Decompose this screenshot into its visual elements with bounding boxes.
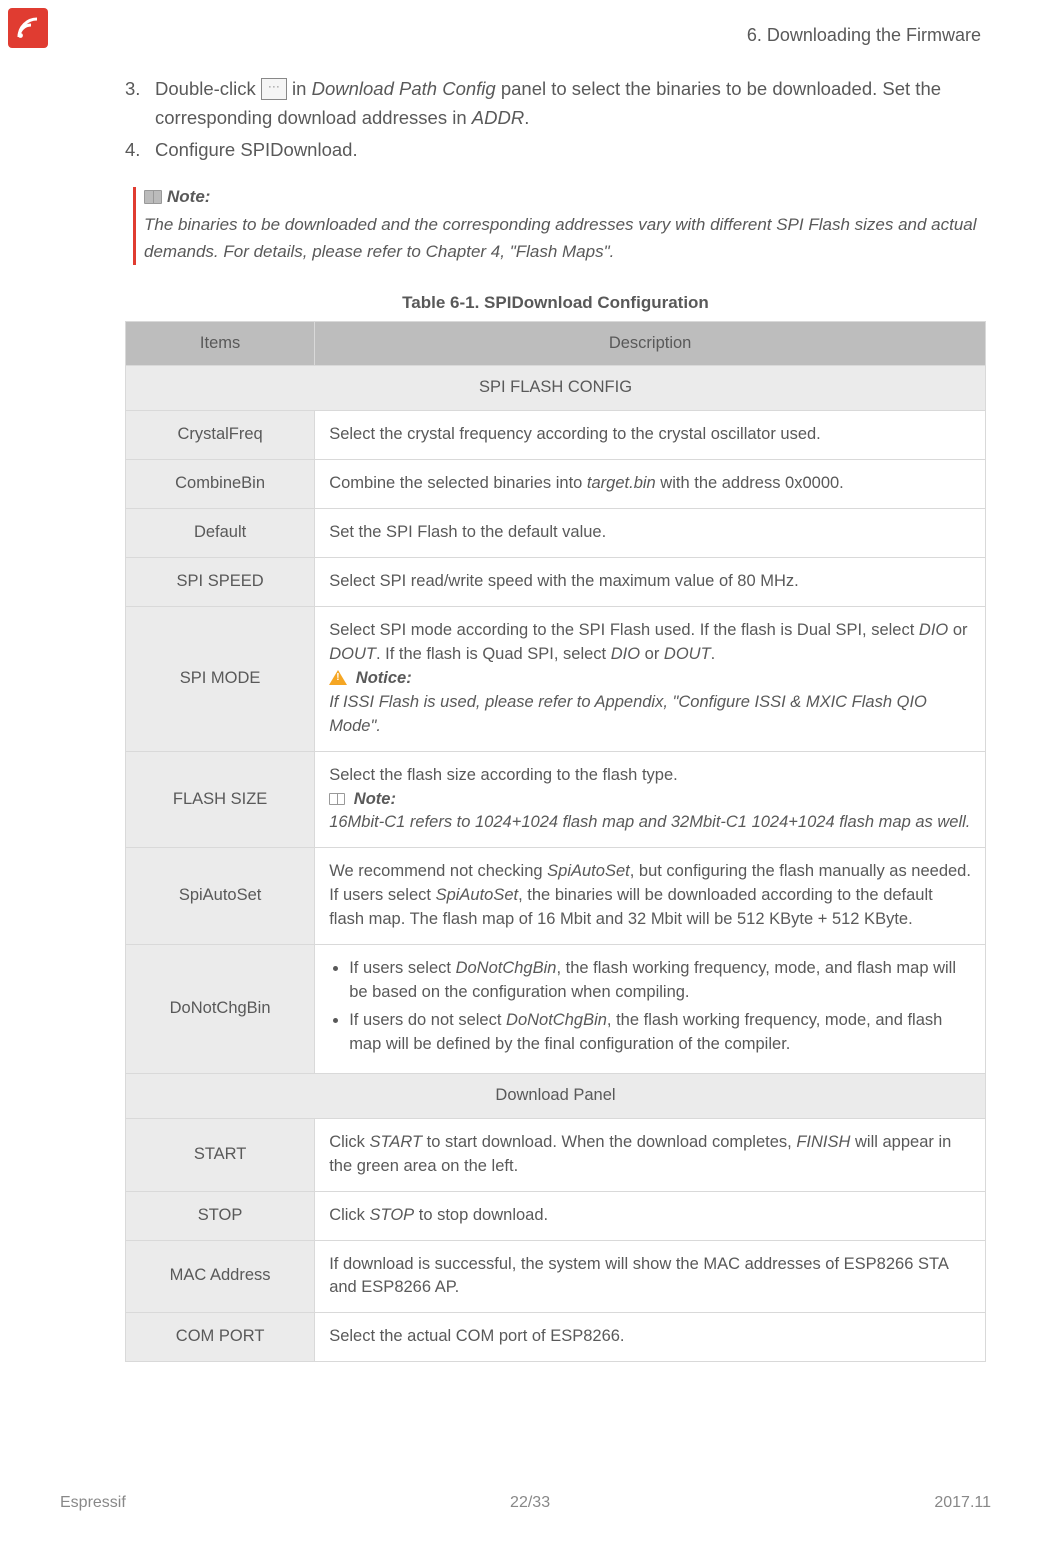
table-caption: Table 6-1. SPIDownload Configuration: [125, 293, 986, 313]
table-row: Default Set the SPI Flash to the default…: [126, 509, 986, 558]
item-stop: STOP: [126, 1191, 315, 1240]
config-table: Items Description SPI FLASH CONFIG Cryst…: [125, 321, 986, 1362]
item-comport: COM PORT: [126, 1313, 315, 1362]
table-header-row: Items Description: [126, 322, 986, 366]
step-3: Double-click ··· in Download Path Config…: [125, 75, 986, 132]
desc-start: Click START to start download. When the …: [315, 1118, 986, 1191]
table-row: COM PORT Select the actual COM port of E…: [126, 1313, 986, 1362]
section-spi-flash: SPI FLASH CONFIG: [126, 366, 986, 411]
table-row: STOP Click STOP to stop download.: [126, 1191, 986, 1240]
section-download-panel: Download Panel: [126, 1073, 986, 1118]
page-footer: Espressif 22/33 2017.11: [60, 1494, 991, 1512]
item-start: START: [126, 1118, 315, 1191]
brand-logo: [8, 8, 48, 48]
note-label: Note:: [144, 187, 986, 207]
desc-spiautoset: We recommend not checking SpiAutoSet, bu…: [315, 848, 986, 945]
table-row: START Click START to start download. Whe…: [126, 1118, 986, 1191]
item-combinebin: CombineBin: [126, 460, 315, 509]
desc-spispeed: Select SPI read/write speed with the max…: [315, 558, 986, 607]
note-icon: [329, 793, 345, 805]
desc-comport: Select the actual COM port of ESP8266.: [315, 1313, 986, 1362]
espressif-icon: [13, 13, 43, 43]
desc-default: Set the SPI Flash to the default value.: [315, 509, 986, 558]
step-list: Double-click ··· in Download Path Config…: [125, 75, 986, 165]
th-items: Items: [126, 322, 315, 366]
item-spispeed: SPI SPEED: [126, 558, 315, 607]
item-donotchgbin: DoNotChgBin: [126, 945, 315, 1074]
table-row: SPI SPEED Select SPI read/write speed wi…: [126, 558, 986, 607]
desc-donotchgbin: If users select DoNotChgBin, the flash w…: [315, 945, 986, 1074]
warning-icon: [329, 670, 347, 685]
table-row: FLASH SIZE Select the flash size accordi…: [126, 751, 986, 848]
chapter-title: 6. Downloading the Firmware: [747, 25, 981, 46]
footer-page: 22/33: [510, 1494, 550, 1512]
browse-icon: ···: [261, 78, 287, 100]
desc-spimode: Select SPI mode according to the SPI Fla…: [315, 607, 986, 752]
item-spiautoset: SpiAutoSet: [126, 848, 315, 945]
desc-stop: Click STOP to stop download.: [315, 1191, 986, 1240]
table-row: SPI MODE Select SPI mode according to th…: [126, 607, 986, 752]
desc-combinebin: Combine the selected binaries into targe…: [315, 460, 986, 509]
table-row: DoNotChgBin If users select DoNotChgBin,…: [126, 945, 986, 1074]
table-row: SpiAutoSet We recommend not checking Spi…: [126, 848, 986, 945]
desc-crystalfreq: Select the crystal frequency according t…: [315, 411, 986, 460]
table-row: CrystalFreq Select the crystal frequency…: [126, 411, 986, 460]
item-flashsize: FLASH SIZE: [126, 751, 315, 848]
table-row: CombineBin Combine the selected binaries…: [126, 460, 986, 509]
item-crystalfreq: CrystalFreq: [126, 411, 315, 460]
item-default: Default: [126, 509, 315, 558]
footer-date: 2017.11: [934, 1494, 991, 1512]
desc-macaddress: If download is successful, the system wi…: [315, 1240, 986, 1313]
th-description: Description: [315, 322, 986, 366]
item-macaddress: MAC Address: [126, 1240, 315, 1313]
note-text: The binaries to be downloaded and the co…: [144, 211, 986, 265]
footer-brand: Espressif: [60, 1494, 126, 1512]
step-4: Configure SPIDownload.: [125, 136, 986, 165]
note-callout: Note: The binaries to be downloaded and …: [133, 187, 986, 265]
item-spimode: SPI MODE: [126, 607, 315, 752]
table-row: MAC Address If download is successful, t…: [126, 1240, 986, 1313]
note-icon: [144, 190, 162, 204]
desc-flashsize: Select the flash size according to the f…: [315, 751, 986, 848]
